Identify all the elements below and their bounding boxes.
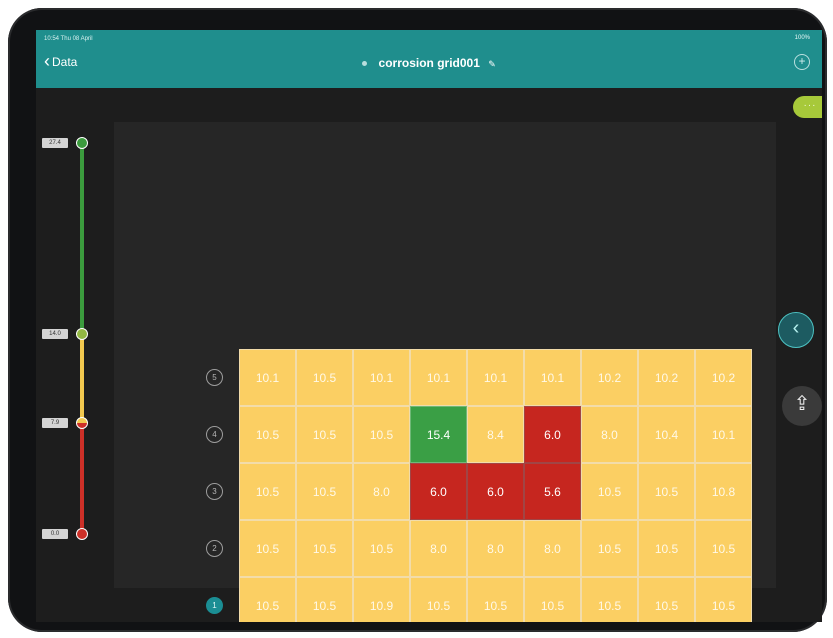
grid-cell[interactable]: 10.5 — [410, 577, 467, 622]
grid-cell[interactable]: 10.8 — [695, 463, 752, 520]
grid-cell[interactable]: 10.4 — [638, 406, 695, 463]
grid-cell[interactable]: 8.0 — [524, 520, 581, 577]
share-icon: ⇪ — [793, 393, 811, 415]
legend-green-segment — [80, 143, 84, 334]
grid-cell[interactable]: 10.5 — [353, 520, 410, 577]
status-battery: 100% — [794, 35, 810, 41]
grid-cell[interactable]: 10.2 — [695, 349, 752, 406]
grid-cell[interactable]: 15.4 — [410, 406, 467, 463]
legend-tick: 27.4 — [42, 138, 68, 148]
row-label-3[interactable]: 3 — [206, 483, 223, 500]
legend-red-segment — [80, 423, 84, 534]
plus-icon[interactable]: + — [794, 54, 810, 70]
legend-handle-green-yellow[interactable] — [76, 328, 88, 340]
row-label-4[interactable]: 4 — [206, 426, 223, 443]
grid-cell[interactable]: 6.0 — [524, 406, 581, 463]
grid-cell[interactable]: 10.9 — [353, 577, 410, 622]
top-bar: 10:54 Thu 08 April 100% ‹ Data corrosion… — [36, 30, 822, 88]
page-title-text: corrosion grid001 — [378, 56, 480, 70]
grid-cell[interactable]: 10.5 — [524, 577, 581, 622]
grid-cell[interactable]: 10.5 — [239, 520, 296, 577]
collapse-panel-button[interactable]: ‹ — [778, 312, 814, 348]
corrosion-grid: 10.1 10.5 10.1 10.1 10.1 10.1 10.2 10.2 10.2 10.5… — [239, 349, 752, 622]
grid-cell[interactable]: 10.5 — [695, 577, 752, 622]
pencil-icon[interactable]: ✎ — [488, 59, 496, 69]
grid-cell[interactable]: 10.1 — [467, 349, 524, 406]
grid-cell[interactable]: 10.5 — [467, 577, 524, 622]
page-title: corrosion grid001 ✎ — [36, 56, 822, 70]
corrosion-grid-panel: 10.1 10.5 10.1 10.1 10.1 10.1 10.2 10.2 10.2 10.5… — [114, 122, 776, 622]
legend-tick: 14.0 — [42, 329, 68, 339]
share-button[interactable]: ⇪ — [782, 386, 822, 426]
grid-cell[interactable]: 8.0 — [353, 463, 410, 520]
status-time: 10:54 Thu 08 April — [44, 36, 93, 42]
legend-handle-bottom[interactable] — [76, 528, 88, 540]
legend-yellow-segment — [80, 334, 84, 423]
grid-cell[interactable]: 10.1 — [410, 349, 467, 406]
grid-cell[interactable]: 10.5 — [581, 577, 638, 622]
legend-tick: 7.9 — [42, 418, 68, 428]
grid-cell[interactable]: 10.5 — [581, 520, 638, 577]
grid-cell[interactable]: 10.5 — [239, 463, 296, 520]
grid-cell[interactable]: 6.0 — [467, 463, 524, 520]
grid-cell[interactable]: 10.1 — [695, 406, 752, 463]
row-label-5[interactable]: 5 — [206, 369, 223, 386]
chevron-left-icon: ‹ — [792, 317, 800, 339]
legend-handle-yellow-red[interactable] — [76, 417, 88, 429]
grid-cell[interactable]: 10.5 — [695, 520, 752, 577]
grid-cell[interactable]: 10.5 — [296, 520, 353, 577]
threshold-legend: 27.4 14.0 7.9 0.0 — [36, 130, 106, 570]
legend-tick: 0.0 — [42, 529, 68, 539]
grid-cell[interactable]: 10.5 — [638, 577, 695, 622]
more-button[interactable]: ··· — [793, 96, 822, 118]
screen: 10:54 Thu 08 April 100% ‹ Data corrosion… — [36, 30, 822, 622]
grid-cell[interactable]: 10.5 — [296, 463, 353, 520]
grid-cell[interactable]: 10.5 — [296, 577, 353, 622]
grid-cell[interactable]: 10.1 — [239, 349, 296, 406]
grid-cell[interactable]: 10.2 — [581, 349, 638, 406]
grid-cell[interactable]: 10.5 — [638, 463, 695, 520]
grid-cell[interactable]: 10.5 — [239, 577, 296, 622]
grid-cell[interactable]: 8.0 — [410, 520, 467, 577]
grid-cell[interactable]: 10.5 — [239, 406, 296, 463]
status-dot-icon — [362, 61, 368, 67]
grid-cell[interactable]: 8.4 — [467, 406, 524, 463]
grid-cell[interactable]: 10.1 — [353, 349, 410, 406]
grid-cell[interactable]: 10.1 — [524, 349, 581, 406]
row-label-1[interactable]: 1 — [206, 597, 223, 614]
grid-cell[interactable]: 8.0 — [467, 520, 524, 577]
legend-handle-top[interactable] — [76, 137, 88, 149]
grid-cell[interactable]: 6.0 — [410, 463, 467, 520]
tablet-frame: 10:54 Thu 08 April 100% ‹ Data corrosion… — [8, 8, 827, 632]
grid-cell[interactable]: 10.5 — [296, 349, 353, 406]
grid-cell[interactable]: 10.5 — [296, 406, 353, 463]
grid-cell[interactable]: 8.0 — [581, 406, 638, 463]
row-label-2[interactable]: 2 — [206, 540, 223, 557]
grid-cell[interactable]: 10.5 — [581, 463, 638, 520]
grid-cell[interactable]: 5.6 — [524, 463, 581, 520]
grid-cell[interactable]: 10.2 — [638, 349, 695, 406]
grid-cell[interactable]: 10.5 — [638, 520, 695, 577]
grid-cell[interactable]: 10.5 — [353, 406, 410, 463]
